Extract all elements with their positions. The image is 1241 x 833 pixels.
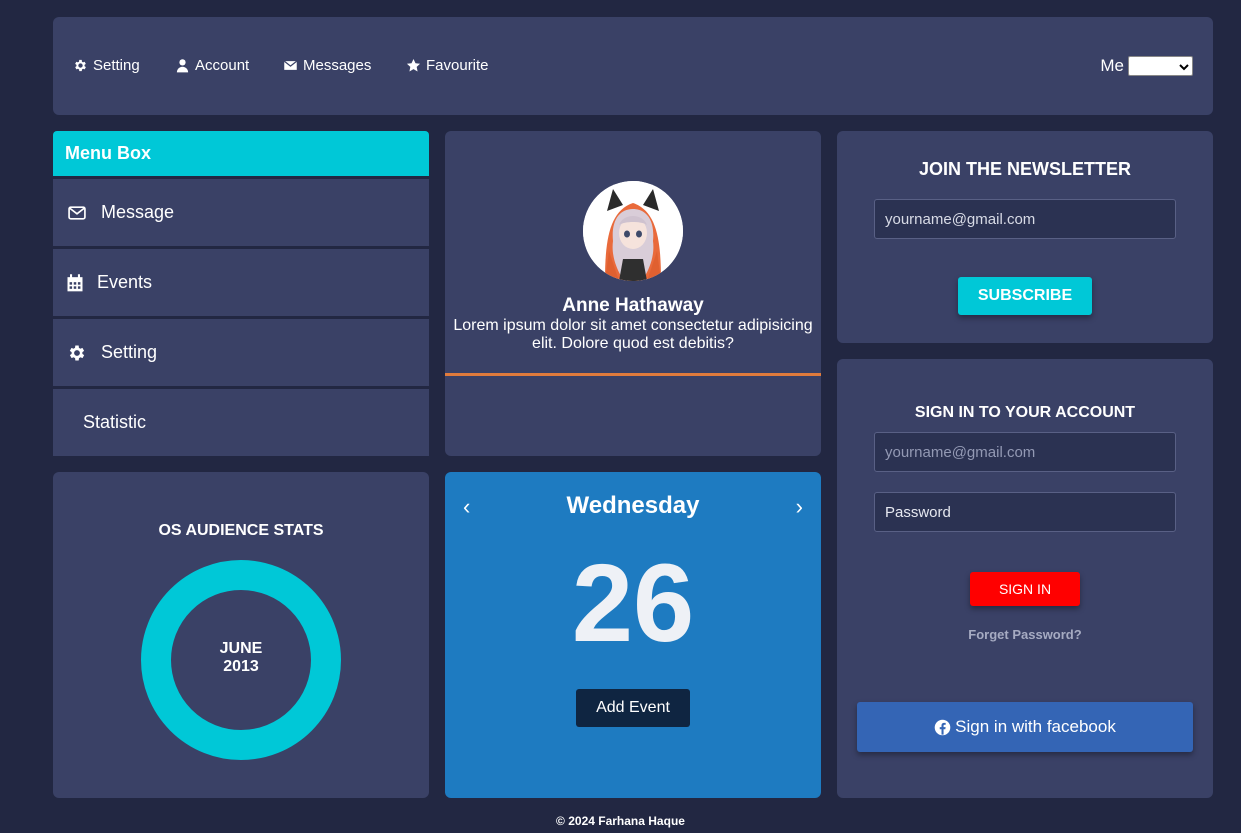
envelope-icon: [68, 205, 86, 220]
profile-bio: Lorem ipsum dolor sit amet consectetur a…: [453, 317, 813, 352]
star-icon: [406, 58, 421, 72]
user-icon: [176, 59, 189, 73]
nav-item-favourite[interactable]: Favourite: [406, 57, 489, 74]
envelope-icon: [283, 60, 298, 70]
avatar: [583, 181, 683, 281]
menu-item-label: Message: [101, 202, 175, 222]
donut-month: JUNE: [219, 640, 263, 657]
top-nav-bar: Setting Account Messages Favourite Me: [53, 17, 1213, 115]
profile-name: Anne Hathaway: [562, 295, 704, 316]
calendar-card: ‹ Wednesday › 26 Add Event: [445, 472, 821, 798]
newsletter-email-field[interactable]: yourname@gmail.com: [874, 199, 1176, 239]
newsletter-card: JOIN THE NEWSLETTER yourname@gmail.com S…: [837, 131, 1213, 343]
me-dropdown[interactable]: [1128, 56, 1193, 76]
menu-item-label: Statistic: [83, 412, 147, 432]
newsletter-title: JOIN THE NEWSLETTER: [918, 159, 1131, 179]
menu-item-statistic[interactable]: Statistic: [53, 389, 429, 456]
donut-label: JUNE 2013: [141, 640, 341, 676]
subscribe-button[interactable]: SUBSCRIBE: [958, 277, 1092, 315]
calendar-next-button[interactable]: ›: [796, 494, 803, 520]
donut-year: 2013: [223, 658, 259, 675]
me-selector: Me: [1100, 56, 1193, 76]
gear-icon: [69, 345, 85, 360]
footer-copyright: © 2024 Farhana Haque: [556, 814, 685, 828]
signin-title: SIGN IN TO YOUR ACCOUNT: [914, 404, 1136, 421]
profile-card: Anne Hathaway Lorem ipsum dolor sit amet…: [445, 131, 821, 456]
signin-button[interactable]: SIGN IN: [970, 572, 1080, 606]
menu-item-setting[interactable]: Setting: [53, 319, 429, 386]
os-stats-title: OS AUDIENCE STATS: [158, 522, 324, 539]
avatar-illustration: [583, 181, 683, 281]
menu-item-label: Events: [97, 272, 153, 292]
calendar-day: Wednesday: [566, 492, 700, 519]
menu-item-label: Setting: [101, 342, 158, 362]
menu-box-title: Menu Box: [53, 131, 429, 176]
nav-item-messages[interactable]: Messages: [283, 57, 371, 74]
nav-item-setting[interactable]: Setting: [73, 57, 140, 74]
facebook-signin-label: Sign in with facebook: [955, 717, 1116, 736]
calendar-icon: [67, 273, 83, 291]
gear-icon: [75, 59, 86, 72]
nav-item-label: Favourite: [426, 57, 489, 74]
menu-box: Menu Box Message Events Setting Statisti…: [53, 131, 429, 456]
profile-divider: [445, 373, 821, 376]
nav-item-account[interactable]: Account: [175, 57, 249, 74]
facebook-icon: [934, 719, 951, 735]
nav-item-label: Setting: [93, 57, 140, 74]
menu-item-message[interactable]: Message: [53, 179, 429, 246]
os-stats-card: OS AUDIENCE STATS JUNE 2013: [53, 472, 429, 798]
signin-password-field[interactable]: Password: [874, 492, 1176, 532]
signin-email-field[interactable]: yourname@gmail.com: [874, 432, 1176, 472]
nav-item-label: Messages: [303, 57, 372, 74]
add-event-button[interactable]: Add Event: [576, 689, 690, 727]
menu-item-events[interactable]: Events: [53, 249, 429, 316]
calendar-date: 26: [571, 542, 695, 665]
signin-card: SIGN IN TO YOUR ACCOUNT yourname@gmail.c…: [837, 359, 1213, 798]
me-label: Me: [1100, 56, 1124, 75]
chevron-down-icon: [1179, 64, 1189, 71]
forget-password-link[interactable]: Forget Password?: [837, 627, 1213, 642]
facebook-signin-button[interactable]: Sign in with facebook: [857, 702, 1193, 752]
nav-item-label: Account: [195, 57, 250, 74]
